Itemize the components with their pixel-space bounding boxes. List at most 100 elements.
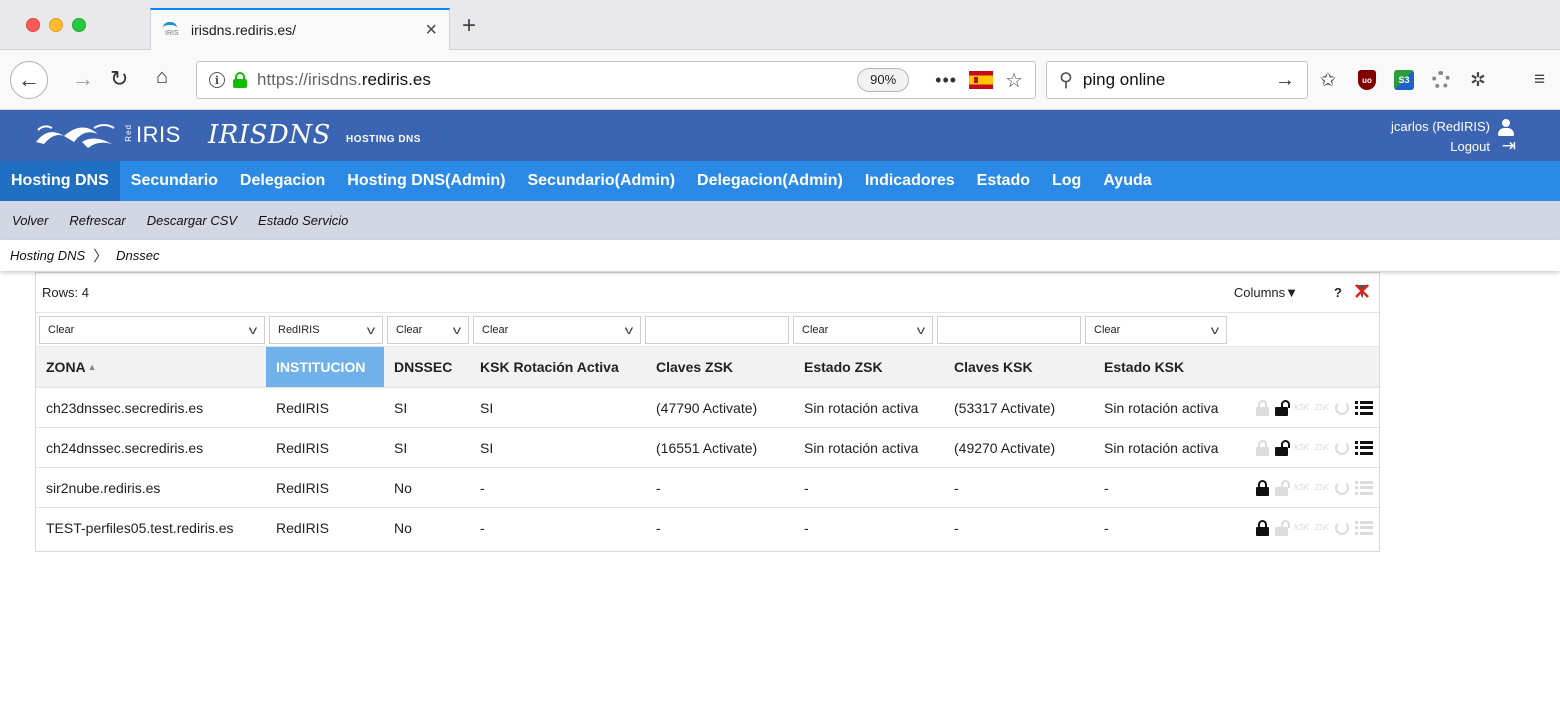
- lock-closed-icon[interactable]: [1256, 439, 1269, 456]
- table-row[interactable]: ch23dnssec.secrediris.es RedIRIS SI SI (…: [36, 387, 1379, 427]
- zsk-rollover-icon[interactable]: ZSK: [1315, 483, 1330, 492]
- nav-delegacion-admin[interactable]: Delegacion(Admin): [686, 161, 854, 201]
- browser-tab[interactable]: IRIS irisdns.rediris.es/ ×: [150, 8, 450, 50]
- table-row[interactable]: TEST-perfiles05.test.rediris.es RedIRIS …: [36, 507, 1379, 547]
- estado-servicio-link[interactable]: Estado Servicio: [258, 213, 348, 228]
- header-ksk-rotacion[interactable]: KSK Rotación Activa: [470, 347, 646, 387]
- header-row: ZONA ▲ INSTITUCION DNSSEC KSK Rotación Ac…: [36, 346, 1379, 387]
- descargar-csv-link[interactable]: Descargar CSV: [147, 213, 237, 228]
- ublock-icon[interactable]: uo: [1358, 68, 1376, 92]
- forward-icon[interactable]: →: [72, 66, 94, 92]
- zoom-level-badge[interactable]: 90%: [857, 68, 910, 92]
- header-estado-ksk[interactable]: Estado KSK: [1094, 347, 1244, 387]
- nav-hosting-dns-admin[interactable]: Hosting DNS(Admin): [336, 161, 516, 201]
- list-icon[interactable]: [1354, 440, 1373, 455]
- bookmark-star-icon[interactable]: ☆: [1005, 68, 1023, 93]
- header-estado-zsk[interactable]: Estado ZSK: [794, 347, 944, 387]
- window-minimize-button[interactable]: [49, 18, 63, 32]
- lock-open-icon[interactable]: [1275, 439, 1290, 456]
- url-bar[interactable]: i https://irisdns.rediris.es 90% ••• ☆: [196, 61, 1036, 99]
- nav-hosting-dns[interactable]: Hosting DNS: [0, 161, 120, 201]
- table-row[interactable]: ch24dnssec.secrediris.es RedIRIS SI SI (…: [36, 427, 1379, 467]
- lock-closed-icon[interactable]: [1256, 519, 1269, 536]
- filter-claves-zsk-input[interactable]: [645, 315, 789, 344]
- table-row[interactable]: sir2nube.rediris.es RedIRIS No - - - - -…: [36, 467, 1379, 507]
- logout-icon[interactable]: ⇥: [1502, 137, 1516, 154]
- back-icon[interactable]: ←: [10, 61, 48, 99]
- lock-closed-icon[interactable]: [1256, 479, 1269, 496]
- logout-link[interactable]: Logout: [1450, 139, 1490, 154]
- new-tab-icon[interactable]: +: [462, 14, 476, 38]
- refresh-icon[interactable]: [1334, 520, 1349, 535]
- filter-zona-select[interactable]: Clear v: [39, 315, 265, 344]
- refresh-icon[interactable]: [1334, 480, 1349, 495]
- rediris-logo-icon: [36, 124, 115, 148]
- search-input[interactable]: ping online: [1083, 70, 1275, 90]
- lock-open-icon[interactable]: [1275, 399, 1290, 416]
- extension-gear-icon[interactable]: [1432, 68, 1450, 92]
- cell-estado-zsk: -: [804, 479, 809, 496]
- ksk-rollover-icon[interactable]: KSK: [1294, 403, 1309, 412]
- spain-flag-icon[interactable]: [969, 71, 994, 89]
- cell-estado-ksk: -: [1104, 519, 1109, 536]
- cell-claves-ksk: -: [954, 479, 959, 496]
- window-close-button[interactable]: [26, 18, 40, 32]
- search-bar[interactable]: ⚲ ping online →: [1046, 61, 1308, 99]
- library-icon[interactable]: ✩: [1320, 68, 1336, 92]
- lock-open-icon[interactable]: [1275, 519, 1290, 536]
- nav-ayuda[interactable]: Ayuda: [1092, 161, 1162, 201]
- cell-zona: sir2nube.rediris.es: [46, 479, 161, 496]
- menu-icon[interactable]: ≡: [1534, 68, 1545, 92]
- refrescar-link[interactable]: Refrescar: [69, 213, 125, 228]
- url-text[interactable]: https://irisdns.rediris.es: [257, 70, 857, 90]
- page-info-icon[interactable]: i: [209, 72, 225, 88]
- chevron-down-icon: v: [248, 322, 258, 337]
- nav-estado[interactable]: Estado: [966, 161, 1041, 201]
- list-icon[interactable]: [1354, 400, 1373, 415]
- filter-ksk-rotacion-select[interactable]: Clear v: [473, 315, 641, 344]
- header-claves-zsk[interactable]: Claves ZSK: [646, 347, 794, 387]
- header-claves-ksk[interactable]: Claves KSK: [944, 347, 1094, 387]
- search-go-icon[interactable]: →: [1275, 69, 1295, 92]
- filter-dnssec-select[interactable]: Clear v: [387, 315, 469, 344]
- ksk-rollover-icon[interactable]: KSK: [1294, 523, 1309, 532]
- user-icon[interactable]: [1498, 119, 1514, 137]
- header-dnssec[interactable]: DNSSEC: [384, 347, 470, 387]
- zsk-rollover-icon[interactable]: ZSK: [1315, 523, 1330, 532]
- s3-extension-icon[interactable]: S3: [1394, 68, 1414, 92]
- clear-filters-icon[interactable]: [1353, 282, 1371, 300]
- list-icon[interactable]: [1354, 480, 1373, 495]
- ksk-rollover-icon[interactable]: KSK: [1294, 443, 1309, 452]
- reload-icon[interactable]: ↻: [110, 66, 128, 92]
- page-actions-icon[interactable]: •••: [935, 70, 957, 91]
- list-icon[interactable]: [1354, 520, 1373, 535]
- filter-estado-zsk-select[interactable]: Clear v: [793, 315, 933, 344]
- nav-secundario-admin[interactable]: Secundario(Admin): [516, 161, 686, 201]
- filter-institucion-select[interactable]: RedIRIS v: [269, 315, 383, 344]
- zsk-rollover-icon[interactable]: ZSK: [1315, 403, 1330, 412]
- nav-log[interactable]: Log: [1041, 161, 1092, 201]
- filter-claves-ksk-input[interactable]: [937, 315, 1081, 344]
- settings-sun-icon[interactable]: ✲: [1470, 68, 1486, 92]
- home-icon[interactable]: ⌂: [156, 66, 168, 89]
- tab-close-icon[interactable]: ×: [425, 19, 437, 42]
- zsk-rollover-icon[interactable]: ZSK: [1315, 443, 1330, 452]
- header-institucion[interactable]: INSTITUCION: [266, 347, 384, 387]
- breadcrumb-hosting-dns[interactable]: Hosting DNS: [10, 248, 85, 263]
- lock-open-icon[interactable]: [1275, 479, 1290, 496]
- refresh-icon[interactable]: [1334, 400, 1349, 415]
- lock-closed-icon[interactable]: [1256, 399, 1269, 416]
- refresh-icon[interactable]: [1334, 440, 1349, 455]
- secure-lock-icon[interactable]: [233, 72, 247, 88]
- nav-delegacion[interactable]: Delegacion: [229, 161, 336, 201]
- nav-secundario[interactable]: Secundario: [120, 161, 229, 201]
- app-header: Red IRIS IRISDNS HOSTING DNS jcarlos (Re…: [0, 110, 1560, 161]
- help-button[interactable]: ?: [1334, 285, 1342, 300]
- columns-button[interactable]: Columns▼: [1234, 285, 1298, 300]
- window-maximize-button[interactable]: [72, 18, 86, 32]
- ksk-rollover-icon[interactable]: KSK: [1294, 483, 1309, 492]
- volver-link[interactable]: Volver: [12, 213, 48, 228]
- nav-indicadores[interactable]: Indicadores: [854, 161, 966, 201]
- header-zona[interactable]: ZONA ▲: [36, 347, 266, 387]
- filter-estado-ksk-select[interactable]: Clear v: [1085, 315, 1227, 344]
